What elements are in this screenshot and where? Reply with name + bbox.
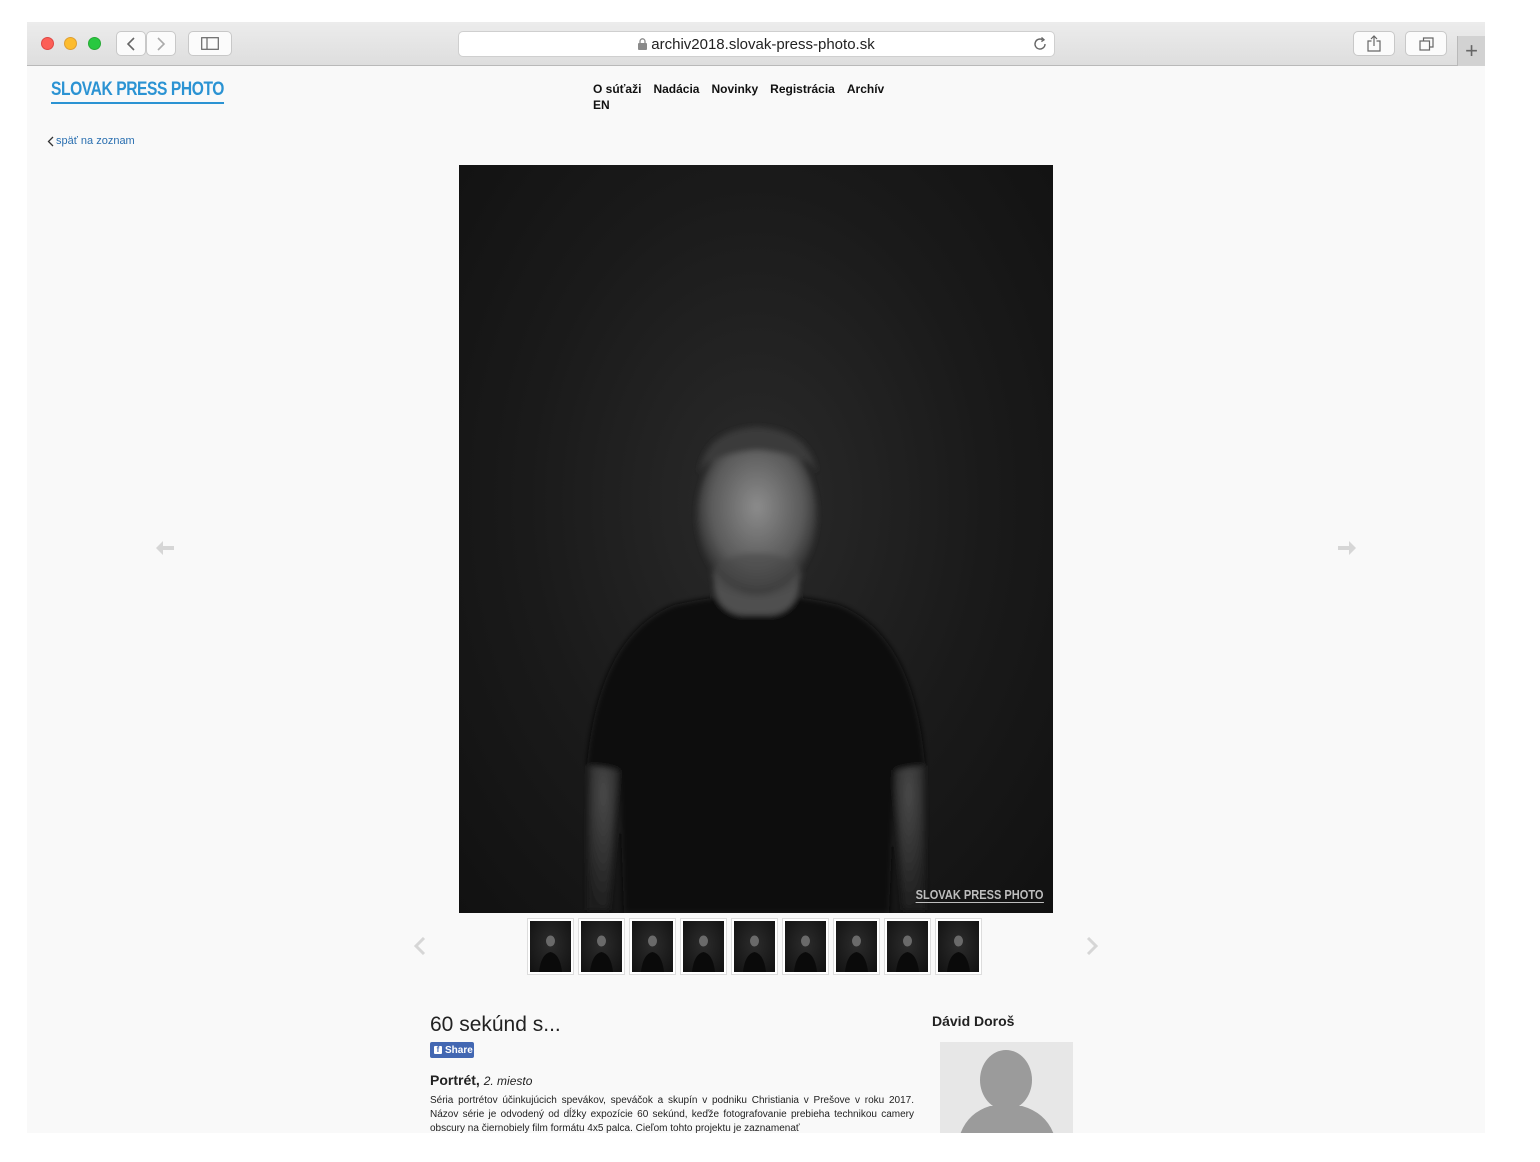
thumbnail-strip [527, 918, 982, 975]
back-link-label: späť na zoznam [56, 135, 135, 147]
sidebar-toggle-button[interactable] [188, 31, 232, 56]
main-photo: SLOVAK PRESS PHOTO [459, 165, 1053, 913]
main-nav: O súťaži Nadácia Novinky Registrácia Archív … [593, 81, 913, 113]
photo-thumbnail[interactable] [731, 918, 778, 975]
chevron-left-icon [126, 36, 135, 51]
photo-thumbnail[interactable] [680, 918, 727, 975]
url-text: archiv2018.slovak-press-photo.sk [651, 35, 875, 53]
thumbnail-portrait [590, 935, 613, 972]
sidebar-icon [201, 37, 219, 50]
browser-toolbar: archiv2018.slovak-press-photo.sk + [27, 22, 1485, 66]
photo-thumbnail[interactable] [527, 918, 574, 975]
nav-item-novinky[interactable]: Novinky [711, 82, 758, 96]
thumbnails-next-icon[interactable] [1085, 937, 1099, 955]
placement-label: 2. miesto [483, 1074, 533, 1088]
minimize-window-button[interactable] [64, 37, 77, 50]
address-bar[interactable]: archiv2018.slovak-press-photo.sk [458, 31, 1055, 57]
facebook-share-button[interactable]: f Share [430, 1042, 474, 1058]
person-placeholder-icon [960, 1050, 1054, 1133]
photo-thumbnail[interactable] [935, 918, 982, 975]
photo-thumbnail[interactable] [782, 918, 829, 975]
photo-thumbnail[interactable] [884, 918, 931, 975]
browser-window: archiv2018.slovak-press-photo.sk + SLOVA… [27, 22, 1485, 1133]
thumbnail-portrait [692, 935, 715, 972]
new-tab-button[interactable]: + [1457, 36, 1485, 66]
forward-button[interactable] [146, 31, 176, 56]
reload-icon[interactable] [1032, 36, 1048, 52]
zoom-window-button[interactable] [88, 37, 101, 50]
photo-watermark: SLOVAK PRESS PHOTO [915, 887, 1043, 903]
back-button[interactable] [116, 31, 146, 56]
photo-thumbnail[interactable] [629, 918, 676, 975]
thumbnails-previous-icon[interactable] [413, 937, 427, 955]
plus-icon: + [1465, 38, 1478, 63]
nav-item-nadacia[interactable]: Nadácia [653, 82, 699, 96]
thumbnail-portrait [539, 935, 562, 972]
photo-thumbnail[interactable] [833, 918, 880, 975]
author-name[interactable]: Dávid Doroš [932, 1013, 1014, 1029]
back-to-list-link[interactable]: späť na zoznam [47, 135, 135, 147]
photo-thumbnail[interactable] [578, 918, 625, 975]
thumbnail-portrait [743, 935, 766, 972]
entry-description: Séria portrétov účinkujúcich spevákov, s… [430, 1095, 914, 1133]
site-logo[interactable]: SLOVAK PRESS PHOTO [51, 79, 224, 104]
share-icon [1367, 35, 1381, 52]
chevron-left-icon [47, 136, 54, 146]
entry-title: 60 sekúnd s... [430, 1013, 561, 1036]
chevron-right-icon [157, 36, 166, 51]
share-toolbar-button[interactable] [1353, 31, 1395, 56]
thumbnail-portrait [845, 935, 868, 972]
thumbnail-portrait [896, 935, 919, 972]
share-label: Share [445, 1044, 473, 1056]
web-page: SLOVAK PRESS PHOTO O súťaži Nadácia Novink… [27, 67, 1485, 1133]
lock-icon [638, 38, 648, 50]
thumbnail-portrait [641, 935, 664, 972]
author-avatar [940, 1042, 1073, 1133]
close-window-button[interactable] [41, 37, 54, 50]
tabs-overview-button[interactable] [1405, 31, 1447, 56]
category-label: Portrét, [430, 1072, 480, 1088]
facebook-icon: f [434, 1046, 442, 1054]
next-photo-arrow-icon[interactable] [1337, 540, 1357, 556]
nav-item-archiv[interactable]: Archív [847, 82, 884, 96]
thumbnail-portrait [794, 935, 817, 972]
nav-item-o-sutazi[interactable]: O súťaži [593, 82, 641, 96]
nav-item-language-en[interactable]: EN [593, 98, 610, 112]
tabs-icon [1418, 36, 1434, 51]
nav-item-registracia[interactable]: Registrácia [770, 82, 835, 96]
thumbnail-portrait [947, 935, 970, 972]
previous-photo-arrow-icon[interactable] [155, 540, 175, 556]
portrait-illustration [587, 427, 925, 913]
entry-category: Portrét, 2. miesto [430, 1072, 532, 1088]
